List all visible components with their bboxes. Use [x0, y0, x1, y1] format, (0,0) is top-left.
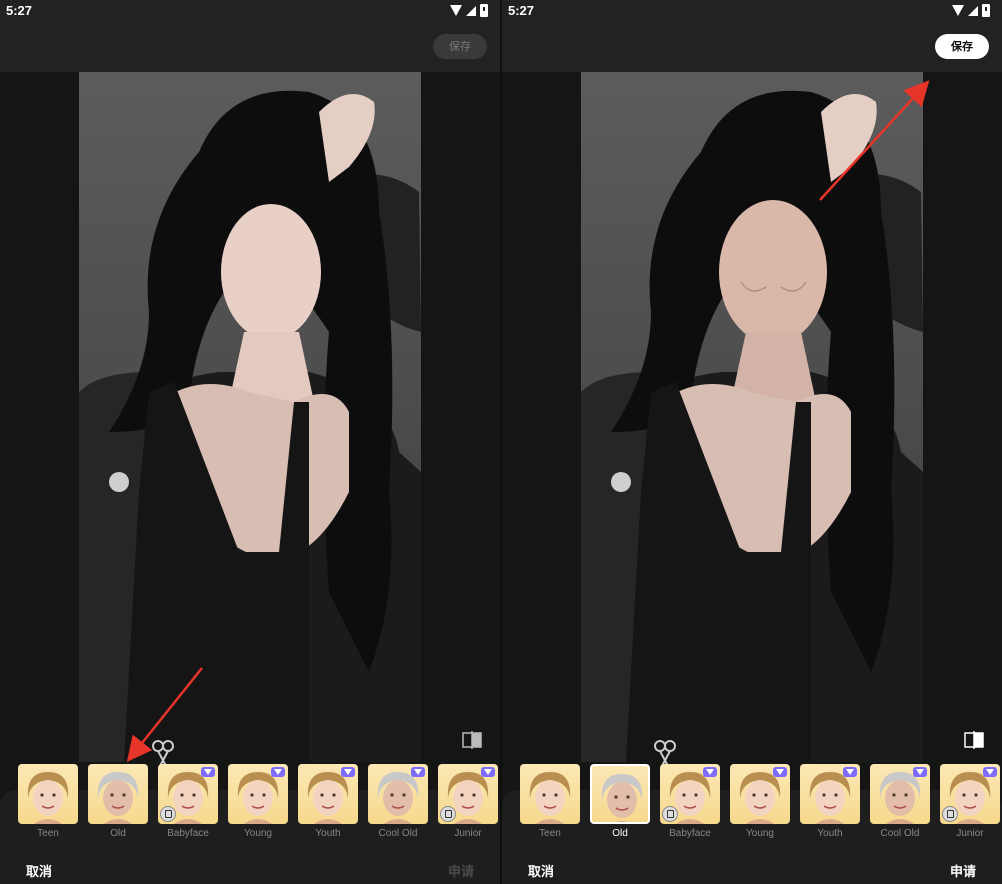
diamond-icon — [913, 767, 927, 777]
compare-icon[interactable] — [964, 731, 984, 749]
compare-icon[interactable] — [462, 731, 482, 749]
ad-icon — [440, 806, 456, 822]
diamond-icon — [983, 767, 997, 777]
filter-item[interactable]: Junior — [940, 764, 1000, 839]
ad-icon — [662, 806, 678, 822]
filter-label: Babyface — [669, 828, 711, 839]
filter-thumbnail[interactable] — [870, 764, 930, 824]
filter-label: Teen — [539, 828, 561, 839]
filter-thumbnail[interactable] — [228, 764, 288, 824]
diamond-icon — [271, 767, 285, 777]
filter-label: Babyface — [167, 828, 209, 839]
apply-button[interactable]: 申请 — [448, 861, 474, 880]
panel-after: 5:27 保存 Teen Old Babyface Young Youth Co… — [502, 0, 1002, 884]
photo-preview — [581, 72, 923, 762]
filter-item[interactable]: Teen — [18, 764, 78, 839]
filter-item[interactable]: Teen — [520, 764, 580, 839]
filter-thumbnail[interactable] — [800, 764, 860, 824]
filter-label: Cool Old — [880, 828, 920, 839]
filter-item[interactable]: Young — [228, 764, 288, 839]
filter-thumbnail[interactable] — [940, 764, 1000, 824]
photo-preview — [79, 72, 421, 762]
filter-label: Old — [110, 828, 126, 839]
ad-icon — [942, 806, 958, 822]
filter-label: Junior — [956, 828, 984, 839]
wifi-icon — [952, 5, 964, 16]
filter-list: Teen Old Babyface Young Youth Cool Old Junior — [18, 764, 498, 839]
status-bar: 5:27 — [0, 0, 500, 22]
filter-label: Cool Old — [378, 828, 418, 839]
portrait-image-aged — [581, 90, 923, 762]
status-icons — [952, 4, 990, 17]
diamond-icon — [201, 767, 215, 777]
cancel-button[interactable]: 取消 — [26, 861, 52, 880]
face-icon — [529, 772, 571, 824]
filter-thumbnail[interactable] — [438, 764, 498, 824]
filter-label: Young — [746, 828, 774, 839]
diamond-icon — [481, 767, 495, 777]
filter-item[interactable]: Babyface — [158, 764, 218, 839]
diamond-icon — [843, 767, 857, 777]
signal-icon — [968, 5, 978, 16]
face-icon — [601, 774, 643, 822]
filter-label: Teen — [37, 828, 59, 839]
diamond-icon — [703, 767, 717, 777]
filter-item[interactable]: Babyface — [660, 764, 720, 839]
filter-thumbnail[interactable] — [298, 764, 358, 824]
status-icons — [450, 4, 488, 17]
ad-icon — [160, 806, 176, 822]
filter-item[interactable]: Youth — [298, 764, 358, 839]
filter-item[interactable]: Young — [730, 764, 790, 839]
filter-label: Junior — [454, 828, 482, 839]
filter-label: Youth — [817, 828, 843, 839]
diamond-icon — [341, 767, 355, 777]
filter-label: Old — [612, 828, 628, 839]
filter-list: Teen Old Babyface Young Youth Cool Old Junior — [520, 764, 1000, 839]
filter-label: Young — [244, 828, 272, 839]
filter-item[interactable]: Old — [88, 764, 148, 839]
top-bar: 保存 — [502, 22, 1002, 72]
status-bar: 5:27 — [502, 0, 1002, 22]
filter-thumbnail[interactable] — [88, 764, 148, 824]
battery-icon — [480, 4, 488, 17]
top-bar: 保存 — [0, 22, 500, 72]
filter-item[interactable]: Cool Old — [870, 764, 930, 839]
filter-item[interactable]: Old — [590, 764, 650, 839]
face-icon — [27, 772, 69, 824]
filter-item[interactable]: Junior — [438, 764, 498, 839]
status-time: 5:27 — [6, 3, 33, 18]
face-icon — [97, 772, 139, 824]
filter-item[interactable]: Cool Old — [368, 764, 428, 839]
save-button[interactable]: 保存 — [935, 34, 989, 59]
wifi-icon — [450, 5, 462, 16]
filter-thumbnail[interactable] — [18, 764, 78, 824]
battery-icon — [982, 4, 990, 17]
diamond-icon — [773, 767, 787, 777]
filter-item[interactable]: Youth — [800, 764, 860, 839]
portrait-image — [79, 90, 421, 762]
filter-thumbnail[interactable] — [660, 764, 720, 824]
filter-thumbnail[interactable] — [368, 764, 428, 824]
diamond-icon — [411, 767, 425, 777]
filter-thumbnail[interactable] — [158, 764, 218, 824]
signal-icon — [466, 5, 476, 16]
apply-button[interactable]: 申请 — [950, 861, 976, 880]
filter-thumbnail[interactable] — [730, 764, 790, 824]
panel-before: 5:27 保存 Teen Old Babyface Young Youth Co… — [0, 0, 500, 884]
filter-thumbnail[interactable] — [590, 764, 650, 824]
save-button[interactable]: 保存 — [433, 34, 487, 59]
filter-label: Youth — [315, 828, 341, 839]
cancel-button[interactable]: 取消 — [528, 861, 554, 880]
status-time: 5:27 — [508, 3, 535, 18]
filter-thumbnail[interactable] — [520, 764, 580, 824]
